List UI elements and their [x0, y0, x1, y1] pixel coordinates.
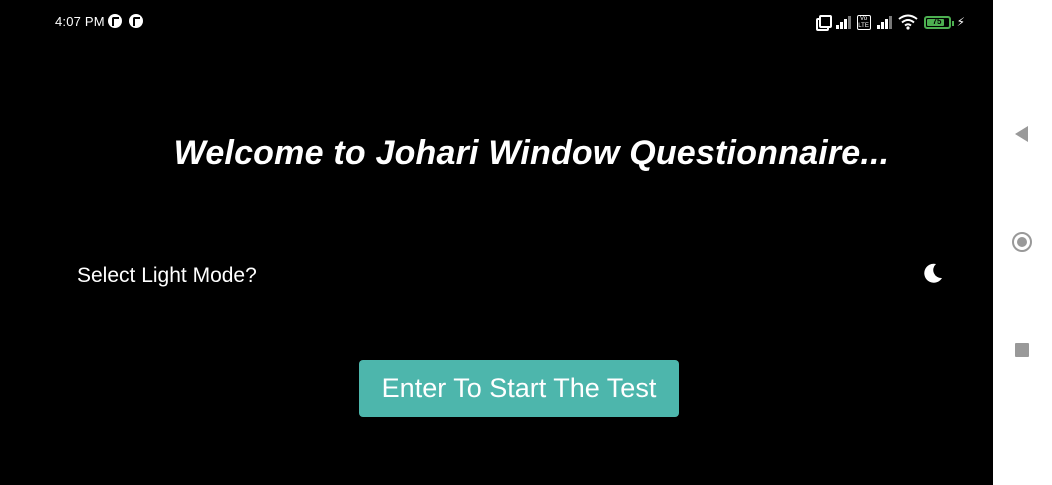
status-icons: Vo LTE 75 ⚡: [815, 13, 965, 31]
phone-screen: 4:07 PM Vo LTE 75 ⚡ Welcome to Johari Wi…: [0, 0, 1052, 485]
back-icon[interactable]: [1015, 126, 1028, 142]
home-icon[interactable]: [1012, 232, 1032, 252]
start-test-button[interactable]: Enter To Start The Test: [359, 360, 679, 417]
light-mode-setting: Select Light Mode?: [77, 258, 945, 292]
notification-icon: [108, 14, 122, 28]
recents-icon[interactable]: [1015, 343, 1029, 357]
wifi-icon: [897, 14, 918, 30]
status-time: 4:07 PM: [55, 14, 105, 29]
moon-icon[interactable]: [921, 261, 945, 285]
charging-icon: ⚡: [956, 15, 965, 29]
volte-icon: Vo LTE: [856, 14, 871, 30]
navigation-bar: [993, 0, 1052, 485]
page-title: Welcome to Johari Window Questionnaire..…: [173, 134, 890, 172]
battery-icon: 75: [923, 15, 954, 29]
battery-level: 75: [932, 16, 942, 26]
dual-sim-icon: [815, 15, 832, 31]
signal-strength-icon: [876, 15, 892, 29]
app-area: 4:07 PM Vo LTE 75 ⚡ Welcome to Johari Wi…: [0, 0, 993, 485]
signal-strength-icon: [835, 15, 851, 29]
notification-icon: [129, 14, 143, 28]
light-mode-label: Select Light Mode?: [77, 264, 257, 287]
status-bar: 4:07 PM Vo LTE 75 ⚡: [0, 0, 993, 44]
